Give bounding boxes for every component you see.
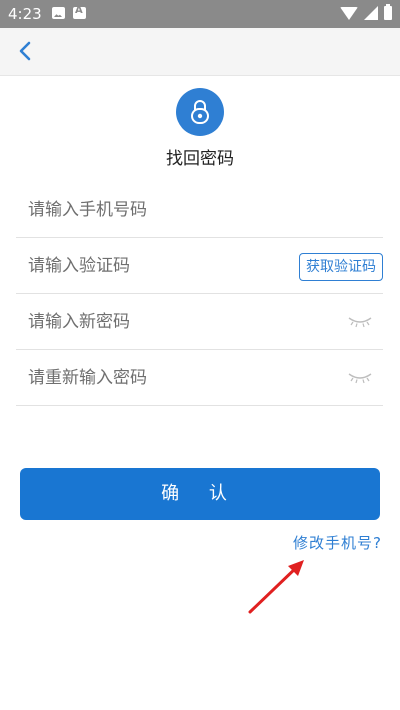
system-icons — [340, 4, 392, 20]
lock-icon — [191, 100, 209, 124]
image-notification-icon — [52, 7, 65, 19]
app-bar — [0, 28, 400, 76]
lock-avatar — [176, 88, 224, 136]
back-arrow-icon — [19, 41, 31, 61]
notification-icons — [52, 5, 86, 19]
verification-code-input[interactable] — [16, 255, 268, 276]
phone-input[interactable] — [16, 199, 268, 220]
phone-row — [16, 182, 383, 238]
get-code-button[interactable]: 获取验证码 — [299, 253, 383, 281]
change-phone-link[interactable]: 修改手机号? — [293, 532, 382, 553]
app-notification-icon — [73, 5, 86, 19]
confirm-password-row — [16, 350, 383, 406]
confirm-password-input[interactable] — [16, 367, 268, 388]
page-title: 找回密码 — [166, 149, 234, 169]
eye-closed-icon[interactable] — [347, 314, 373, 328]
eye-closed-icon[interactable] — [347, 370, 373, 384]
new-password-input[interactable] — [16, 311, 268, 332]
status-time: 4:23 — [8, 5, 42, 23]
battery-icon — [384, 4, 392, 20]
status-bar: 4:23 — [0, 0, 400, 28]
wifi-icon — [340, 6, 358, 20]
back-button[interactable] — [10, 36, 40, 66]
signal-icon — [364, 6, 378, 20]
reset-password-form: 获取验证码 — [16, 182, 383, 406]
new-password-row — [16, 294, 383, 350]
annotation-arrow-icon — [248, 560, 304, 614]
code-row: 获取验证码 — [16, 238, 383, 294]
confirm-button[interactable]: 确 认 — [20, 468, 380, 520]
